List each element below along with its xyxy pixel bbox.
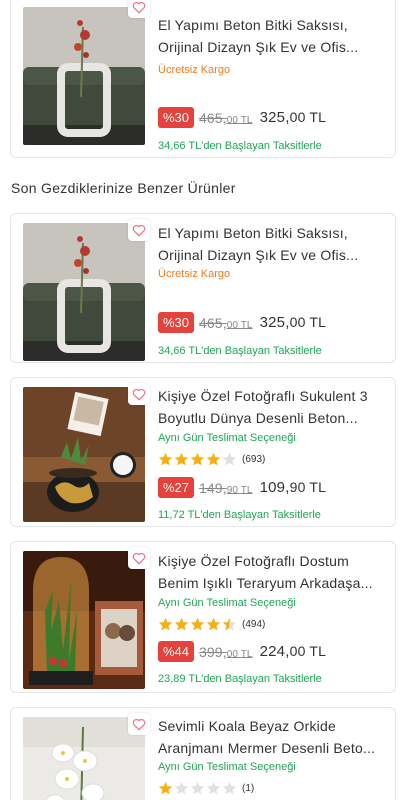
current-price: 325,00 TL [259,314,327,331]
star-icon [174,452,189,466]
rating: (1) [158,781,254,795]
heart-icon [132,718,146,730]
star-icon [222,452,237,466]
current-price: 325,00 TL [259,109,327,126]
product-card[interactable]: Kişiye Özel Fotoğraflı Dostum Benim Işık… [10,541,396,693]
product-title[interactable]: El Yapımı Beton Bitki Saksısı, Orijinal … [158,222,387,266]
installment-text: 23,89 TL'den Başlayan Taksitlerle [158,673,322,685]
star-icon [174,617,189,631]
free-shipping-badge: Ücretsiz Kargo [158,268,231,280]
rating-count: (494) [242,618,266,630]
rating: (494) [158,617,265,631]
product-image-terrarium[interactable] [23,551,145,689]
same-day-delivery-badge: Aynı Gün Teslimat Seçeneği [158,761,296,773]
favorite-button[interactable] [128,547,150,569]
star-icon [222,781,237,795]
product-image-orchid[interactable] [23,717,145,800]
rating-count: (1) [242,782,255,794]
free-shipping-badge: Ücretsiz Kargo [158,64,231,76]
product-title[interactable]: El Yapımı Beton Bitki Saksısı, Orijinal … [158,14,387,58]
product-title[interactable]: Sevimli Koala Beyaz Orkide Aranjmanı Mer… [158,715,387,759]
old-price: 465,00 TL [199,109,253,126]
star-icon [158,781,173,795]
favorite-button[interactable] [128,219,150,241]
rating-stars [158,452,237,466]
star-icon [190,452,205,466]
heart-icon [132,552,146,564]
favorite-button[interactable] [128,383,150,405]
heart-icon [132,388,146,400]
star-icon [158,617,173,631]
star-icon [206,452,221,466]
section-title: Son Gezdiklerinize Benzer Ürünler [11,180,236,196]
product-card[interactable]: Sevimli Koala Beyaz Orkide Aranjmanı Mer… [10,707,396,800]
rating-count: (693) [242,453,266,465]
star-icon [174,781,189,795]
same-day-delivery-badge: Aynı Gün Teslimat Seçeneği [158,597,296,609]
same-day-delivery-badge: Aynı Gün Teslimat Seçeneği [158,432,296,444]
product-image-vase[interactable] [23,223,145,361]
installment-text: 34,66 TL'den Başlayan Taksitlerle [158,140,322,152]
current-price: 224,00 TL [259,643,327,660]
discount-badge: %44 [158,641,195,662]
star-icon [206,617,221,631]
rating-stars [158,781,237,795]
discount-badge: %27 [158,477,195,498]
discount-badge: %30 [158,312,195,333]
product-image-vase[interactable] [23,7,145,145]
product-card[interactable]: El Yapımı Beton Bitki Saksısı, Orijinal … [10,213,396,363]
product-card[interactable]: Kişiye Özel Fotoğraflı Sukulent 3 Boyutl… [10,377,396,527]
heart-icon [132,224,146,236]
star-icon [190,781,205,795]
rating-stars [158,617,237,631]
discount-badge: %30 [158,107,195,128]
favorite-button[interactable] [128,713,150,735]
old-price: 149,90 TL [199,479,253,496]
old-price: 399,00 TL [199,643,253,660]
product-image-succulent[interactable] [23,387,145,522]
product-title[interactable]: Kişiye Özel Fotoğraflı Dostum Benim Işık… [158,550,387,594]
heart-icon [132,1,146,13]
product-title[interactable]: Kişiye Özel Fotoğraflı Sukulent 3 Boyutl… [158,385,387,429]
star-icon [222,617,237,631]
rating: (693) [158,452,265,466]
old-price: 465,00 TL [199,314,253,331]
current-price: 109,90 TL [259,479,327,496]
star-icon [158,452,173,466]
installment-text: 11,72 TL'den Başlayan Taksitlerle [158,509,321,521]
star-icon [190,617,205,631]
installment-text: 34,66 TL'den Başlayan Taksitlerle [158,345,322,357]
product-card[interactable]: El Yapımı Beton Bitki Saksısı, Orijinal … [10,0,396,158]
favorite-button[interactable] [128,0,150,18]
star-icon [206,781,221,795]
